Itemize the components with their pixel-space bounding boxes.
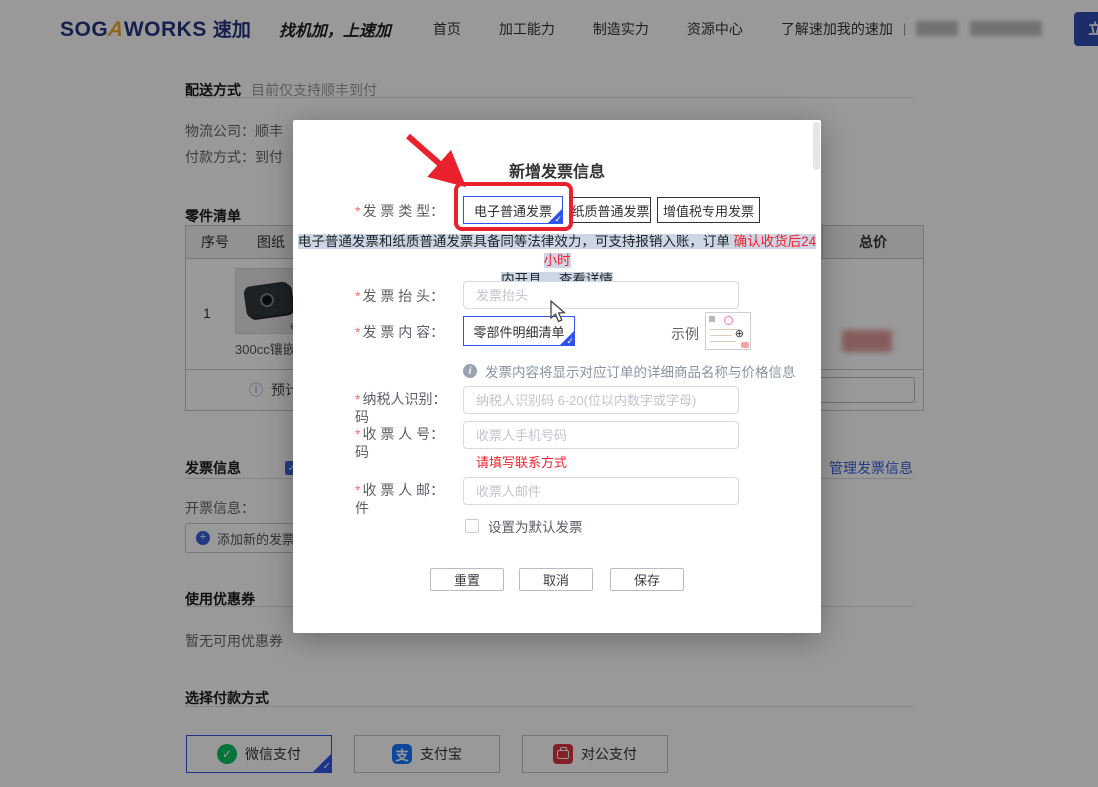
invoice-sample-thumbnail[interactable]: ⊕: [705, 312, 751, 350]
annotation-arrow: [398, 130, 488, 202]
modal-title: 新增发票信息: [293, 158, 821, 182]
cancel-button[interactable]: 取消: [519, 568, 593, 591]
info-icon: i: [463, 364, 477, 378]
recipient-email-label: *收 票 人 邮： 件: [355, 481, 457, 517]
zoom-icon: ⊕: [735, 327, 744, 340]
type-vat-button[interactable]: 增值税专用发票: [657, 197, 760, 223]
invoice-content-hint: i 发票内容将显示对应订单的详细商品名称与价格信息: [463, 361, 796, 381]
recipient-phone-label: *收 票 人 号： 码: [355, 425, 457, 461]
tax-id-label: *纳税人识别： 码: [355, 390, 457, 426]
recipient-email-input[interactable]: [463, 477, 739, 505]
stamp-mark: [724, 316, 733, 325]
invoice-type-label: *发 票 类 型：: [355, 202, 457, 220]
invoice-content-label: *发 票 内 容：: [355, 323, 457, 341]
tax-id-input[interactable]: [463, 386, 739, 414]
mouse-cursor-icon: [548, 300, 567, 324]
sample-label: 示例: [671, 324, 699, 344]
type-paper-button[interactable]: 纸质普通发票: [570, 197, 651, 223]
default-invoice-row: 设置为默认发票: [465, 516, 583, 536]
phone-error-message: 请填写联系方式: [476, 452, 567, 471]
save-button[interactable]: 保存: [610, 568, 684, 591]
invoice-title-input[interactable]: [463, 281, 739, 309]
default-invoice-checkbox[interactable]: [465, 519, 479, 533]
page: SOGAWORKS 速加 找机加，上速加 首页 加工能力 制造实力 资源中心 了…: [0, 0, 1098, 787]
recipient-phone-input[interactable]: [463, 421, 739, 449]
reset-button[interactable]: 重置: [430, 568, 504, 591]
default-invoice-label: 设置为默认发票: [488, 516, 583, 536]
invoice-title-label: *发 票 抬 头：: [355, 287, 457, 305]
